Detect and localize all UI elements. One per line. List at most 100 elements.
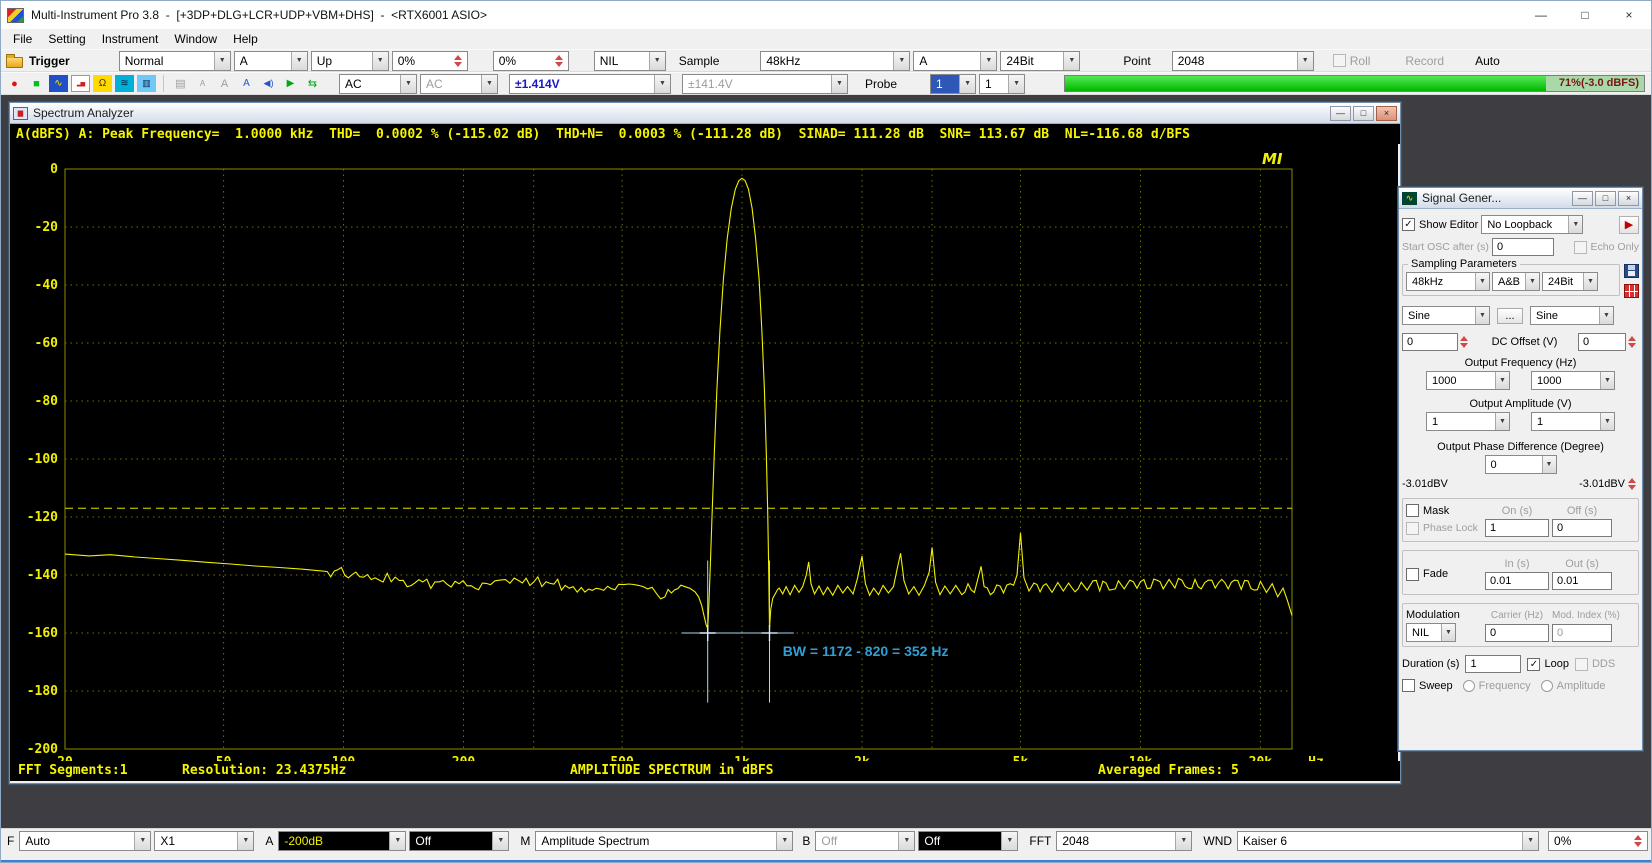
run-icon[interactable]: ● [5,75,24,92]
loopback-icon[interactable]: ⇆ [303,75,322,92]
waveform-b-select[interactable]: Sine▼ [1530,306,1614,325]
trigger-level-spinner[interactable]: 0% [392,51,468,71]
sample-channel-select[interactable]: A▼ [913,51,997,71]
spinner-arrows-icon[interactable] [1460,336,1471,348]
trigger-source-select[interactable]: A▼ [234,51,308,71]
oscilloscope-icon[interactable]: ∿ [49,75,68,92]
menu-instrument[interactable]: Instrument [94,30,167,48]
dc-offset-a-input[interactable]: 0 [1402,333,1458,351]
sweep-frequency-radio[interactable]: Frequency [1463,680,1531,692]
siggen-bit-depth-select[interactable]: 24Bit▼ [1542,272,1598,291]
fade-out-input[interactable]: 0.01 [1552,572,1612,590]
amplitude-a-select[interactable]: 1▼ [1426,412,1510,431]
window-function-select[interactable]: Kaiser 6▼ [1237,831,1539,851]
font-increase-icon[interactable]: A [215,75,234,92]
probe-a-select[interactable]: 1▼ [930,74,976,94]
loopback-mode-select[interactable]: No Loopback▼ [1481,215,1583,234]
save-icon[interactable] [1624,264,1639,278]
maximize-icon[interactable]: □ [1595,191,1616,206]
dds-checkbox[interactable]: DDS [1575,658,1615,671]
sweep-checkbox[interactable]: Sweep [1402,679,1453,692]
point-count-select[interactable]: 2048▼ [1172,51,1314,71]
modulation-type-select[interactable]: NIL▼ [1406,623,1456,642]
range-a-select[interactable]: ±1.414V▼ [509,74,671,94]
fade-in-input[interactable]: 0.01 [1485,572,1549,590]
sample-rate-select[interactable]: 48kHz▼ [760,51,910,71]
menu-setting[interactable]: Setting [40,30,93,48]
data-logger-icon[interactable]: ▥ [137,75,156,92]
fft-size-select[interactable]: 2048▼ [1056,831,1192,851]
trigger-frequency-select[interactable]: NIL▼ [594,51,666,71]
spinner-arrows-icon[interactable] [1628,336,1639,348]
spinner-arrows-icon[interactable] [1628,478,1639,490]
mask-off-input[interactable]: 0 [1552,519,1612,537]
siggen-play-icon[interactable]: ▶ [1619,216,1639,234]
mod-index-input[interactable]: 0 [1552,624,1612,642]
amplitude-b-select[interactable]: 1▼ [1531,412,1615,431]
siggen-sample-rate-select[interactable]: 48kHz▼ [1406,272,1490,291]
frequency-axis-mode-select[interactable]: Auto▼ [19,831,151,851]
b-range-select[interactable]: Off▼ [815,831,915,851]
start-osc-input[interactable]: 0 [1492,238,1554,256]
mask-on-input[interactable]: 1 [1485,519,1549,537]
spectrum-window-titlebar[interactable]: ▆ Spectrum Analyzer — □ × [10,103,1400,124]
waveform-a-select[interactable]: Sine▼ [1402,306,1490,325]
a-processing-select[interactable]: Off▼ [409,831,509,851]
dc-offset-b-input[interactable]: 0 [1578,333,1626,351]
data-table-icon[interactable] [1624,284,1639,298]
range-b-select[interactable]: ±141.4V▼ [682,74,848,94]
echo-only-checkbox[interactable]: Echo Only [1574,241,1639,254]
close-icon[interactable]: × [1618,191,1639,206]
loop-checkbox[interactable]: ✓ Loop [1527,658,1568,671]
spinner-arrows-icon[interactable] [1634,835,1645,847]
more-waveforms-button[interactable]: ... [1497,308,1523,324]
spectrum-3d-plot-icon[interactable]: ≋ [115,75,134,92]
spinner-arrows-icon[interactable] [555,55,566,67]
frequency-b-select[interactable]: 1000▼ [1531,371,1615,390]
overlap-spinner[interactable]: 0% [1548,831,1648,851]
auto-button[interactable]: Auto [1465,52,1510,70]
record-button[interactable]: Record [1395,52,1454,70]
bit-depth-select[interactable]: 24Bit▼ [1000,51,1080,71]
b-processing-select[interactable]: Off▼ [918,831,1018,851]
duration-input[interactable]: 1 [1465,655,1521,673]
coupling-a-select[interactable]: AC▼ [339,74,417,94]
siggen-window-titlebar[interactable]: ∿ Signal Gener... — □ × [1399,188,1642,209]
carrier-input[interactable]: 0 [1485,624,1549,642]
speaker-icon[interactable]: ◀) [259,75,278,92]
restore-icon[interactable]: □ [1353,106,1374,121]
play-icon[interactable]: ▶ [281,75,300,92]
coupling-b-select[interactable]: AC▼ [420,74,498,94]
minimize-icon[interactable]: — [1572,191,1593,206]
phase-difference-select[interactable]: 0▼ [1485,455,1557,474]
minimize-icon[interactable]: — [1519,1,1563,29]
phase-lock-checkbox[interactable]: Phase Lock [1406,522,1482,535]
roll-checkbox[interactable]: Roll [1333,54,1371,68]
frequency-a-select[interactable]: 1000▼ [1426,371,1510,390]
siggen-channels-select[interactable]: A&B▼ [1492,272,1540,291]
probe-b-select[interactable]: 1▼ [979,74,1025,94]
print-icon[interactable]: ▤ [171,75,190,92]
close-icon[interactable]: × [1376,106,1397,121]
x-multiplier-select[interactable]: X1▼ [154,831,254,851]
open-folder-icon[interactable] [5,52,24,69]
label-icon[interactable]: A [237,75,256,92]
spectrum-mode-select[interactable]: Amplitude Spectrum▼ [535,831,793,851]
sweep-amplitude-radio[interactable]: Amplitude [1541,680,1606,692]
fade-checkbox[interactable]: Fade [1406,568,1482,581]
menu-help[interactable]: Help [225,30,266,48]
a-range-select[interactable]: -200dB▼ [278,831,406,851]
stop-icon[interactable]: ■ [27,75,46,92]
close-icon[interactable]: × [1607,1,1651,29]
minimize-icon[interactable]: — [1330,106,1351,121]
show-editor-checkbox[interactable]: ✓ Show Editor [1402,218,1478,231]
trigger-mode-select[interactable]: Normal▼ [119,51,231,71]
font-decrease-icon[interactable]: A [193,75,212,92]
multimeter-icon[interactable]: Ω [93,75,112,92]
trigger-edge-select[interactable]: Up▼ [311,51,389,71]
mask-checkbox[interactable]: Mask [1406,504,1482,517]
menu-window[interactable]: Window [166,30,225,48]
trigger-delay-spinner[interactable]: 0% [493,51,569,71]
spectrum-analyzer-icon[interactable]: ▂▅ [71,75,90,92]
spectrum-chart[interactable]: 0-20-40-60-80-100-120-140-160-180-200205… [10,144,1398,761]
